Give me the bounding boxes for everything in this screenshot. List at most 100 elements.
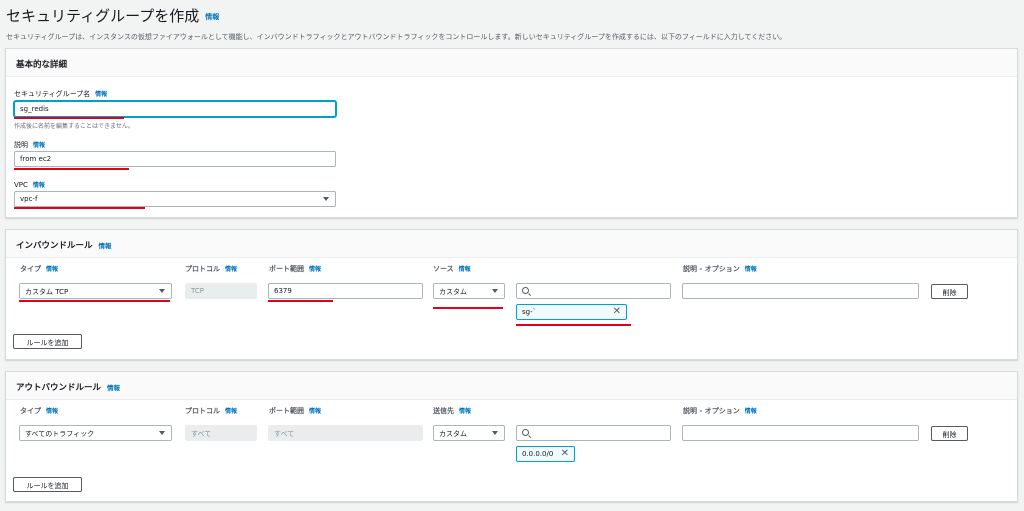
outbound-col-protocol: プロトコル 情報 xyxy=(185,406,237,416)
outbound-col-protocol-text: プロトコル xyxy=(185,407,220,415)
inbound-port-value: 6379 xyxy=(274,287,292,295)
outbound-port-value: すべて xyxy=(274,430,295,438)
outbound-col-type-text: タイプ xyxy=(20,407,41,415)
inbound-info-link[interactable]: 情報 xyxy=(99,242,112,250)
outbound-dest-value: カスタム xyxy=(439,430,467,438)
page-info-link[interactable]: 情報 xyxy=(205,13,219,21)
inbound-desc-info[interactable]: 情報 xyxy=(745,266,757,273)
vpc-value: vpc-f xyxy=(20,195,38,203)
inbound-type-value: カスタム TCP xyxy=(25,288,69,296)
annotation-underline xyxy=(433,307,503,309)
caret-down-icon xyxy=(492,431,498,435)
outbound-desc-info[interactable]: 情報 xyxy=(745,408,757,415)
sg-name-info-link[interactable]: 情報 xyxy=(95,91,107,98)
description-value: from ec2 xyxy=(20,155,52,163)
outbound-col-desc: 説明 - オプション 情報 xyxy=(683,406,757,416)
search-icon xyxy=(522,429,529,436)
description-input[interactable]: from ec2 xyxy=(14,151,336,167)
sg-name-label: セキュリティグループ名 情報 xyxy=(14,89,107,99)
annotation-underline xyxy=(14,117,124,119)
caret-down-icon xyxy=(159,431,165,435)
inbound-type-info[interactable]: 情報 xyxy=(46,266,58,273)
inbound-token-value: sg-` xyxy=(522,308,537,316)
inbound-source-token: sg-` ✕ xyxy=(516,304,627,320)
outbound-col-port-text: ポート範囲 xyxy=(269,407,304,415)
inbound-port-input[interactable]: 6379 xyxy=(268,283,423,299)
vpc-label-text: VPC xyxy=(14,181,28,189)
annotation-underline xyxy=(516,324,631,326)
outbound-dest-select[interactable]: カスタム xyxy=(433,425,505,441)
inbound-col-source-text: ソース xyxy=(433,265,454,273)
description-label-text: 説明 xyxy=(14,141,28,149)
inbound-protocol-field: TCP xyxy=(185,283,257,299)
outbound-port-field: すべて xyxy=(268,425,423,441)
outbound-info-link[interactable]: 情報 xyxy=(107,384,120,392)
inbound-source-select[interactable]: カスタム xyxy=(433,283,505,299)
outbound-delete-button[interactable]: 削除 xyxy=(931,426,968,441)
basic-details-heading: 基本的な詳細 xyxy=(16,60,68,70)
outbound-col-dest: 送信先 情報 xyxy=(433,406,471,416)
inbound-delete-button[interactable]: 削除 xyxy=(931,284,968,299)
inbound-protocol-info[interactable]: 情報 xyxy=(225,266,237,273)
outbound-type-value: すべてのトラフィック xyxy=(25,430,95,438)
annotation-underline xyxy=(19,300,170,302)
inbound-col-type-text: タイプ xyxy=(20,265,41,273)
page-title: セキュリティグループを作成 情報 xyxy=(6,5,219,26)
outbound-col-dest-text: 送信先 xyxy=(433,407,454,415)
annotation-underline xyxy=(14,207,145,209)
inbound-col-protocol-text: プロトコル xyxy=(185,265,220,273)
page-title-text: セキュリティグループを作成 xyxy=(6,7,200,25)
page-description: セキュリティグループは、インスタンスの仮想ファイアウォールとして機能し、インバウ… xyxy=(6,33,787,41)
close-icon[interactable]: ✕ xyxy=(613,306,621,317)
outbound-add-rule-button[interactable]: ルールを追加 xyxy=(13,477,82,492)
inbound-col-port: ポート範囲 情報 xyxy=(269,264,321,274)
outbound-token-value: 0.0.0.0/0 xyxy=(522,450,554,458)
inbound-rules-header: インバウンドルール 情報 xyxy=(6,230,1017,258)
vpc-select[interactable]: vpc-f xyxy=(14,191,336,207)
outbound-protocol-value: すべて xyxy=(191,430,212,438)
outbound-dest-info[interactable]: 情報 xyxy=(459,408,471,415)
outbound-dest-search[interactable] xyxy=(516,425,671,441)
outbound-col-port: ポート範囲 情報 xyxy=(269,406,321,416)
sg-name-label-text: セキュリティグループ名 xyxy=(14,90,91,98)
inbound-col-type: タイプ 情報 xyxy=(20,264,58,274)
inbound-col-desc-text: 説明 - オプション xyxy=(683,265,740,273)
outbound-col-type: タイプ 情報 xyxy=(20,406,58,416)
outbound-description-input[interactable] xyxy=(682,425,919,441)
search-icon xyxy=(522,287,529,294)
annotation-underline xyxy=(268,300,333,302)
outbound-col-desc-text: 説明 - オプション xyxy=(683,407,740,415)
inbound-port-info[interactable]: 情報 xyxy=(309,266,321,273)
sg-name-value: sg_redis xyxy=(20,105,49,113)
description-info-link[interactable]: 情報 xyxy=(33,142,45,149)
inbound-source-value: カスタム xyxy=(439,288,467,296)
outbound-type-select[interactable]: すべてのトラフィック xyxy=(19,425,172,441)
vpc-info-link[interactable]: 情報 xyxy=(33,182,45,189)
outbound-dest-token: 0.0.0.0/0 ✕ xyxy=(516,446,575,462)
basic-details-header: 基本的な詳細 xyxy=(6,49,1017,77)
inbound-col-port-text: ポート範囲 xyxy=(269,265,304,273)
inbound-source-search[interactable] xyxy=(516,283,671,299)
inbound-type-select[interactable]: カスタム TCP xyxy=(19,283,172,299)
inbound-col-source: ソース 情報 xyxy=(433,264,471,274)
description-label: 説明 情報 xyxy=(14,140,45,150)
outbound-rules-heading: アウトバウンドルール xyxy=(16,383,102,393)
inbound-protocol-value: TCP xyxy=(191,287,204,295)
sg-name-input[interactable]: sg_redis xyxy=(14,101,336,117)
inbound-rules-heading: インバウンドルール xyxy=(16,241,93,251)
caret-down-icon xyxy=(492,289,498,293)
inbound-description-input[interactable] xyxy=(682,283,919,299)
close-icon[interactable]: ✕ xyxy=(561,448,569,459)
inbound-col-desc: 説明 - オプション 情報 xyxy=(683,264,757,274)
inbound-source-info[interactable]: 情報 xyxy=(459,266,471,273)
outbound-protocol-info[interactable]: 情報 xyxy=(225,408,237,415)
inbound-add-rule-button[interactable]: ルールを追加 xyxy=(13,334,82,349)
outbound-protocol-field: すべて xyxy=(185,425,257,441)
outbound-type-info[interactable]: 情報 xyxy=(46,408,58,415)
inbound-col-protocol: プロトコル 情報 xyxy=(185,264,237,274)
annotation-underline xyxy=(14,168,129,170)
vpc-label: VPC 情報 xyxy=(14,180,45,189)
caret-down-icon xyxy=(159,289,165,293)
outbound-port-info[interactable]: 情報 xyxy=(309,408,321,415)
caret-down-icon xyxy=(323,197,329,201)
